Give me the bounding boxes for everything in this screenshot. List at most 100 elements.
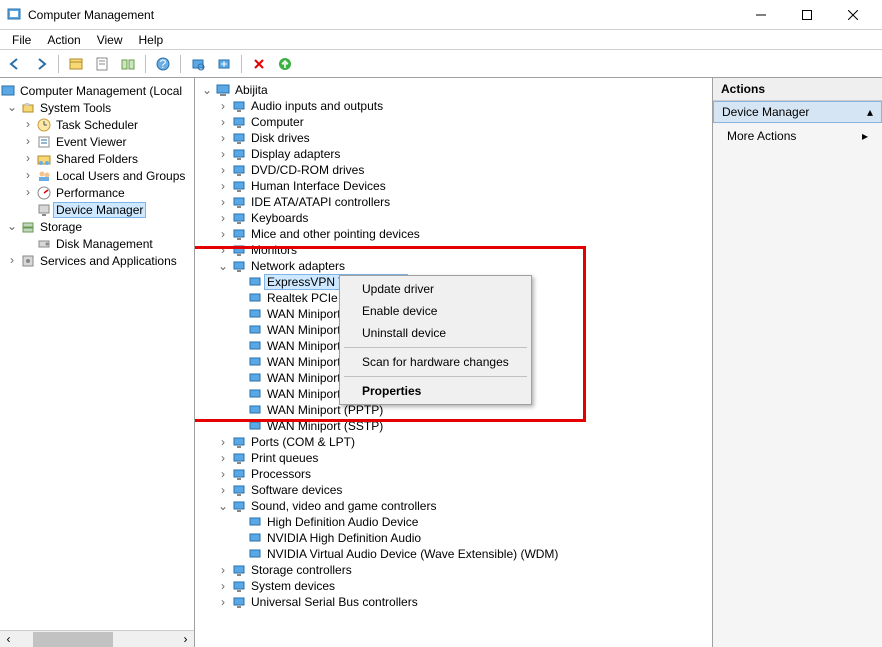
expand-icon[interactable]: ›: [20, 116, 36, 133]
device-category[interactable]: Computer: [249, 115, 306, 129]
device-category[interactable]: IDE ATA/ATAPI controllers: [249, 195, 392, 209]
properties-button[interactable]: [91, 53, 113, 75]
tree-local-users[interactable]: Local Users and Groups: [54, 169, 187, 183]
ctx-properties[interactable]: Properties: [342, 380, 529, 402]
storage-icon: [20, 219, 36, 235]
ctx-uninstall-device[interactable]: Uninstall device: [342, 322, 529, 344]
tree-task-scheduler[interactable]: Task Scheduler: [54, 118, 140, 132]
device-root[interactable]: Abijita: [233, 83, 270, 97]
device-category[interactable]: DVD/CD-ROM drives: [249, 163, 366, 177]
menu-action[interactable]: Action: [39, 32, 88, 48]
show-hide-tree-button[interactable]: [65, 53, 87, 75]
expand-icon[interactable]: ›: [215, 562, 231, 579]
device-category[interactable]: Ports (COM & LPT): [249, 435, 357, 449]
device-item[interactable]: High Definition Audio Device: [265, 515, 420, 529]
expand-icon[interactable]: ›: [215, 130, 231, 147]
minimize-button[interactable]: [738, 0, 784, 30]
console-tree-pane[interactable]: Computer Management (Local ⌄ System Tool…: [0, 78, 195, 647]
expand-icon[interactable]: ›: [215, 114, 231, 131]
device-category[interactable]: Human Interface Devices: [249, 179, 388, 193]
collapse-icon[interactable]: ⌄: [4, 218, 20, 235]
device-category[interactable]: Print queues: [249, 451, 320, 465]
expand-icon[interactable]: ›: [215, 226, 231, 243]
device-category[interactable]: Software devices: [249, 483, 344, 497]
expand-icon[interactable]: ›: [4, 252, 20, 269]
expand-icon[interactable]: ⌄: [215, 498, 231, 515]
device-category[interactable]: Display adapters: [249, 147, 342, 161]
expand-icon[interactable]: ›: [215, 482, 231, 499]
menu-file[interactable]: File: [4, 32, 39, 48]
expand-icon[interactable]: ›: [215, 242, 231, 259]
device-category-icon: [231, 98, 247, 114]
menu-view[interactable]: View: [89, 32, 131, 48]
collapse-icon[interactable]: ⌄: [199, 82, 215, 99]
close-button[interactable]: [830, 0, 876, 30]
expand-icon[interactable]: ›: [215, 434, 231, 451]
expand-icon[interactable]: ⌄: [215, 258, 231, 275]
device-category[interactable]: Monitors: [249, 243, 299, 257]
tree-storage[interactable]: Storage: [38, 220, 84, 234]
expand-icon[interactable]: ›: [20, 167, 36, 184]
expand-icon[interactable]: ›: [20, 150, 36, 167]
device-item[interactable]: WAN Miniport (SSTP): [265, 419, 385, 433]
device-category[interactable]: Disk drives: [249, 131, 312, 145]
svg-text:?: ?: [160, 57, 167, 71]
expand-icon[interactable]: ›: [215, 594, 231, 611]
disk-management-icon: [36, 236, 52, 252]
tree-system-tools[interactable]: System Tools: [38, 101, 113, 115]
device-category[interactable]: Mice and other pointing devices: [249, 227, 422, 241]
scan-hardware-button[interactable]: [187, 53, 209, 75]
help-button[interactable]: ?: [152, 53, 174, 75]
device-category[interactable]: Audio inputs and outputs: [249, 99, 385, 113]
expand-icon[interactable]: ›: [20, 133, 36, 150]
enable-button[interactable]: +: [274, 53, 296, 75]
tree-device-manager[interactable]: Device Manager: [54, 203, 145, 217]
collapse-icon[interactable]: ⌄: [4, 99, 20, 116]
refresh-button[interactable]: [117, 53, 139, 75]
expand-icon[interactable]: ›: [215, 162, 231, 179]
tree-services-apps[interactable]: Services and Applications: [38, 254, 179, 268]
device-category[interactable]: Keyboards: [249, 211, 310, 225]
tree-disk-management[interactable]: Disk Management: [54, 237, 155, 251]
expand-icon[interactable]: ›: [215, 450, 231, 467]
device-manager-pane[interactable]: ⌄ Abijita › Audio inputs and outputs › Comp…: [195, 78, 712, 647]
expand-icon[interactable]: ›: [215, 194, 231, 211]
ctx-scan-hardware[interactable]: Scan for hardware changes: [342, 351, 529, 373]
expand-icon[interactable]: ›: [215, 146, 231, 163]
expand-icon[interactable]: ›: [20, 184, 36, 201]
device-category[interactable]: Processors: [249, 467, 313, 481]
horizontal-scrollbar[interactable]: ‹ ›: [0, 630, 194, 647]
expand-icon[interactable]: ›: [215, 178, 231, 195]
device-category[interactable]: Storage controllers: [249, 563, 354, 577]
menu-help[interactable]: Help: [131, 32, 172, 48]
device-item[interactable]: NVIDIA High Definition Audio: [265, 531, 423, 545]
update-driver-button[interactable]: [213, 53, 235, 75]
device-icon: [247, 546, 263, 562]
device-category[interactable]: Universal Serial Bus controllers: [249, 595, 420, 609]
expand-icon[interactable]: ›: [215, 578, 231, 595]
computer-icon: [215, 82, 231, 98]
device-category[interactable]: System devices: [249, 579, 337, 593]
device-item[interactable]: NVIDIA Virtual Audio Device (Wave Extens…: [265, 547, 560, 561]
system-tools-icon: [20, 100, 36, 116]
maximize-button[interactable]: [784, 0, 830, 30]
forward-button[interactable]: [30, 53, 52, 75]
actions-more[interactable]: More Actions ▸: [713, 126, 882, 146]
device-item[interactable]: WAN Miniport (PPTP): [265, 403, 385, 417]
expand-icon[interactable]: ›: [215, 466, 231, 483]
uninstall-button[interactable]: [248, 53, 270, 75]
tree-performance[interactable]: Performance: [54, 186, 127, 200]
device-category-icon: [231, 578, 247, 594]
actions-section[interactable]: Device Manager ▴: [713, 101, 882, 123]
tree-shared-folders[interactable]: Shared Folders: [54, 152, 140, 166]
device-category[interactable]: Network adapters: [249, 259, 347, 273]
device-category-icon: [231, 114, 247, 130]
expand-icon[interactable]: ›: [215, 98, 231, 115]
ctx-update-driver[interactable]: Update driver: [342, 278, 529, 300]
tree-root[interactable]: Computer Management (Local: [18, 84, 184, 98]
expand-icon[interactable]: ›: [215, 210, 231, 227]
tree-event-viewer[interactable]: Event Viewer: [54, 135, 128, 149]
ctx-enable-device[interactable]: Enable device: [342, 300, 529, 322]
device-category[interactable]: Sound, video and game controllers: [249, 499, 438, 513]
back-button[interactable]: [4, 53, 26, 75]
